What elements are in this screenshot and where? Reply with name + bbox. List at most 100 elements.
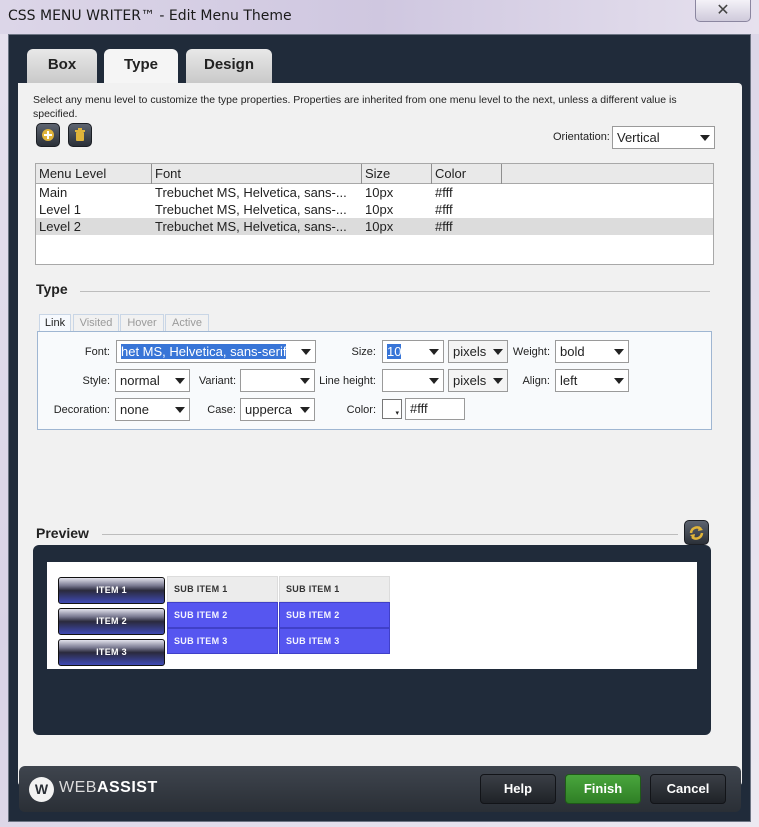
weight-label: Weight: [512, 346, 550, 358]
chevron-down-icon [614, 378, 624, 384]
finish-button[interactable]: Finish [565, 774, 641, 804]
style-value: normal [120, 373, 160, 388]
divider [80, 291, 710, 292]
style-label: Style: [82, 375, 110, 387]
decoration-label: Decoration: [53, 404, 110, 416]
size-unit-select[interactable]: pixels [448, 340, 508, 363]
size-value: 10 [387, 344, 402, 359]
cell-level: Level 2 [39, 219, 81, 234]
column-font[interactable]: Font [152, 164, 362, 184]
cell-size: 10px [365, 185, 394, 200]
variant-label: Variant: [198, 375, 236, 387]
size-unit-value: pixels [453, 344, 487, 359]
chevron-down-icon [493, 378, 503, 384]
chevron-down-icon [301, 349, 311, 355]
preview-menu-item[interactable]: ITEM 1 [58, 577, 165, 604]
color-label: Color: [346, 404, 376, 416]
trash-icon [75, 128, 85, 141]
help-button[interactable]: Help [480, 774, 556, 804]
preview-menu-item[interactable]: ITEM 3 [58, 639, 165, 666]
chevron-down-icon [700, 135, 710, 141]
tab-type[interactable]: Type [104, 49, 178, 85]
type-section-title: Type [36, 281, 68, 297]
cell-color: #fff [435, 185, 453, 200]
font-value: het MS, Helvetica, sans-serif [121, 344, 287, 359]
subtab-visited[interactable]: Visited [73, 314, 119, 332]
cancel-button[interactable]: Cancel [650, 774, 726, 804]
chevron-down-icon [300, 407, 310, 413]
cell-font: Trebuchet MS, Helvetica, sans-... [155, 202, 347, 217]
table-header: Menu Level Font Size Color [36, 164, 713, 184]
subtab-active[interactable]: Active [165, 314, 209, 332]
cell-font: Trebuchet MS, Helvetica, sans-... [155, 219, 347, 234]
font-select[interactable]: het MS, Helvetica, sans-serif [116, 340, 316, 363]
decoration-select[interactable]: none [115, 398, 190, 421]
column-menu-level[interactable]: Menu Level [36, 164, 152, 184]
tab-design[interactable]: Design [186, 49, 272, 83]
subtab-hover[interactable]: Hover [120, 314, 164, 332]
cell-font: Trebuchet MS, Helvetica, sans-... [155, 185, 347, 200]
logo-text-bold: ASSIST [96, 779, 158, 796]
preview-sub-item[interactable]: SUB ITEM 3 [167, 628, 278, 654]
table-row[interactable]: Level 1 Trebuchet MS, Helvetica, sans-..… [36, 201, 713, 218]
preview-sub-item[interactable]: SUB ITEM 1 [167, 576, 278, 602]
align-select[interactable]: left [555, 369, 629, 392]
delete-level-button[interactable] [68, 123, 92, 147]
refresh-icon [689, 526, 704, 540]
decoration-value: none [120, 402, 149, 417]
chevron-down-icon [493, 349, 503, 355]
preview-sub-item[interactable]: SUB ITEM 1 [279, 576, 390, 602]
line-height-label: Line height: [319, 375, 376, 387]
plus-icon [42, 129, 54, 141]
size-select[interactable]: 10 [382, 340, 444, 363]
chevron-down-icon [614, 349, 624, 355]
font-label: Font: [84, 346, 110, 358]
window-title: CSS MENU WRITER™ - Edit Menu Theme [8, 8, 292, 24]
table-row-selected[interactable]: Level 2 Trebuchet MS, Helvetica, sans-..… [36, 218, 713, 235]
align-label: Align: [522, 375, 550, 387]
color-input[interactable]: #fff [405, 398, 465, 420]
case-value: upperca [245, 402, 292, 417]
refresh-preview-button[interactable] [684, 520, 709, 545]
preview-area: ITEM 1 ITEM 2 ITEM 3 SUB ITEM 1 SUB ITEM… [33, 545, 711, 735]
add-level-button[interactable] [36, 123, 60, 147]
color-swatch[interactable]: ▾ [382, 399, 402, 419]
column-size[interactable]: Size [362, 164, 432, 184]
chevron-down-icon [175, 378, 185, 384]
line-height-select[interactable] [382, 369, 444, 392]
case-label: Case: [207, 404, 236, 416]
close-button[interactable]: ✕ [695, 0, 751, 22]
table-row[interactable]: Main Trebuchet MS, Helvetica, sans-... 1… [36, 184, 713, 201]
chevron-down-icon: ▾ [395, 410, 399, 417]
cell-color: #fff [435, 202, 453, 217]
menu-level-table: Menu Level Font Size Color Main Trebuche… [35, 163, 714, 265]
chevron-down-icon [175, 407, 185, 413]
webassist-logo-icon: W [29, 777, 54, 802]
chevron-down-icon [300, 378, 310, 384]
weight-select[interactable]: bold [555, 340, 629, 363]
subtab-link[interactable]: Link [39, 314, 71, 332]
case-select[interactable]: upperca [240, 398, 315, 421]
cell-color: #fff [435, 219, 453, 234]
preview-canvas: ITEM 1 ITEM 2 ITEM 3 SUB ITEM 1 SUB ITEM… [47, 562, 697, 669]
preview-menu-item[interactable]: ITEM 2 [58, 608, 165, 635]
align-value: left [560, 373, 578, 388]
line-height-unit-select[interactable]: pixels [448, 369, 508, 392]
chevron-down-icon [429, 378, 439, 384]
preview-sub-item[interactable]: SUB ITEM 2 [167, 602, 278, 628]
cell-size: 10px [365, 202, 394, 217]
cell-size: 10px [365, 219, 394, 234]
description-text: Select any menu level to customize the t… [33, 94, 677, 120]
preview-sub-item[interactable]: SUB ITEM 2 [279, 602, 390, 628]
preview-sub-item[interactable]: SUB ITEM 3 [279, 628, 390, 654]
style-select[interactable]: normal [115, 369, 190, 392]
column-color[interactable]: Color [432, 164, 502, 184]
type-panel: Select any menu level to customize the t… [18, 83, 742, 786]
title-bar: CSS MENU WRITER™ - Edit Menu Theme ✕ [0, 0, 759, 34]
logo-text-light: WEB [59, 779, 97, 796]
tab-box[interactable]: Box [27, 49, 97, 83]
variant-select[interactable] [240, 369, 315, 392]
divider [102, 534, 678, 535]
orientation-select[interactable]: Vertical [612, 126, 715, 149]
preview-title: Preview [36, 525, 89, 541]
